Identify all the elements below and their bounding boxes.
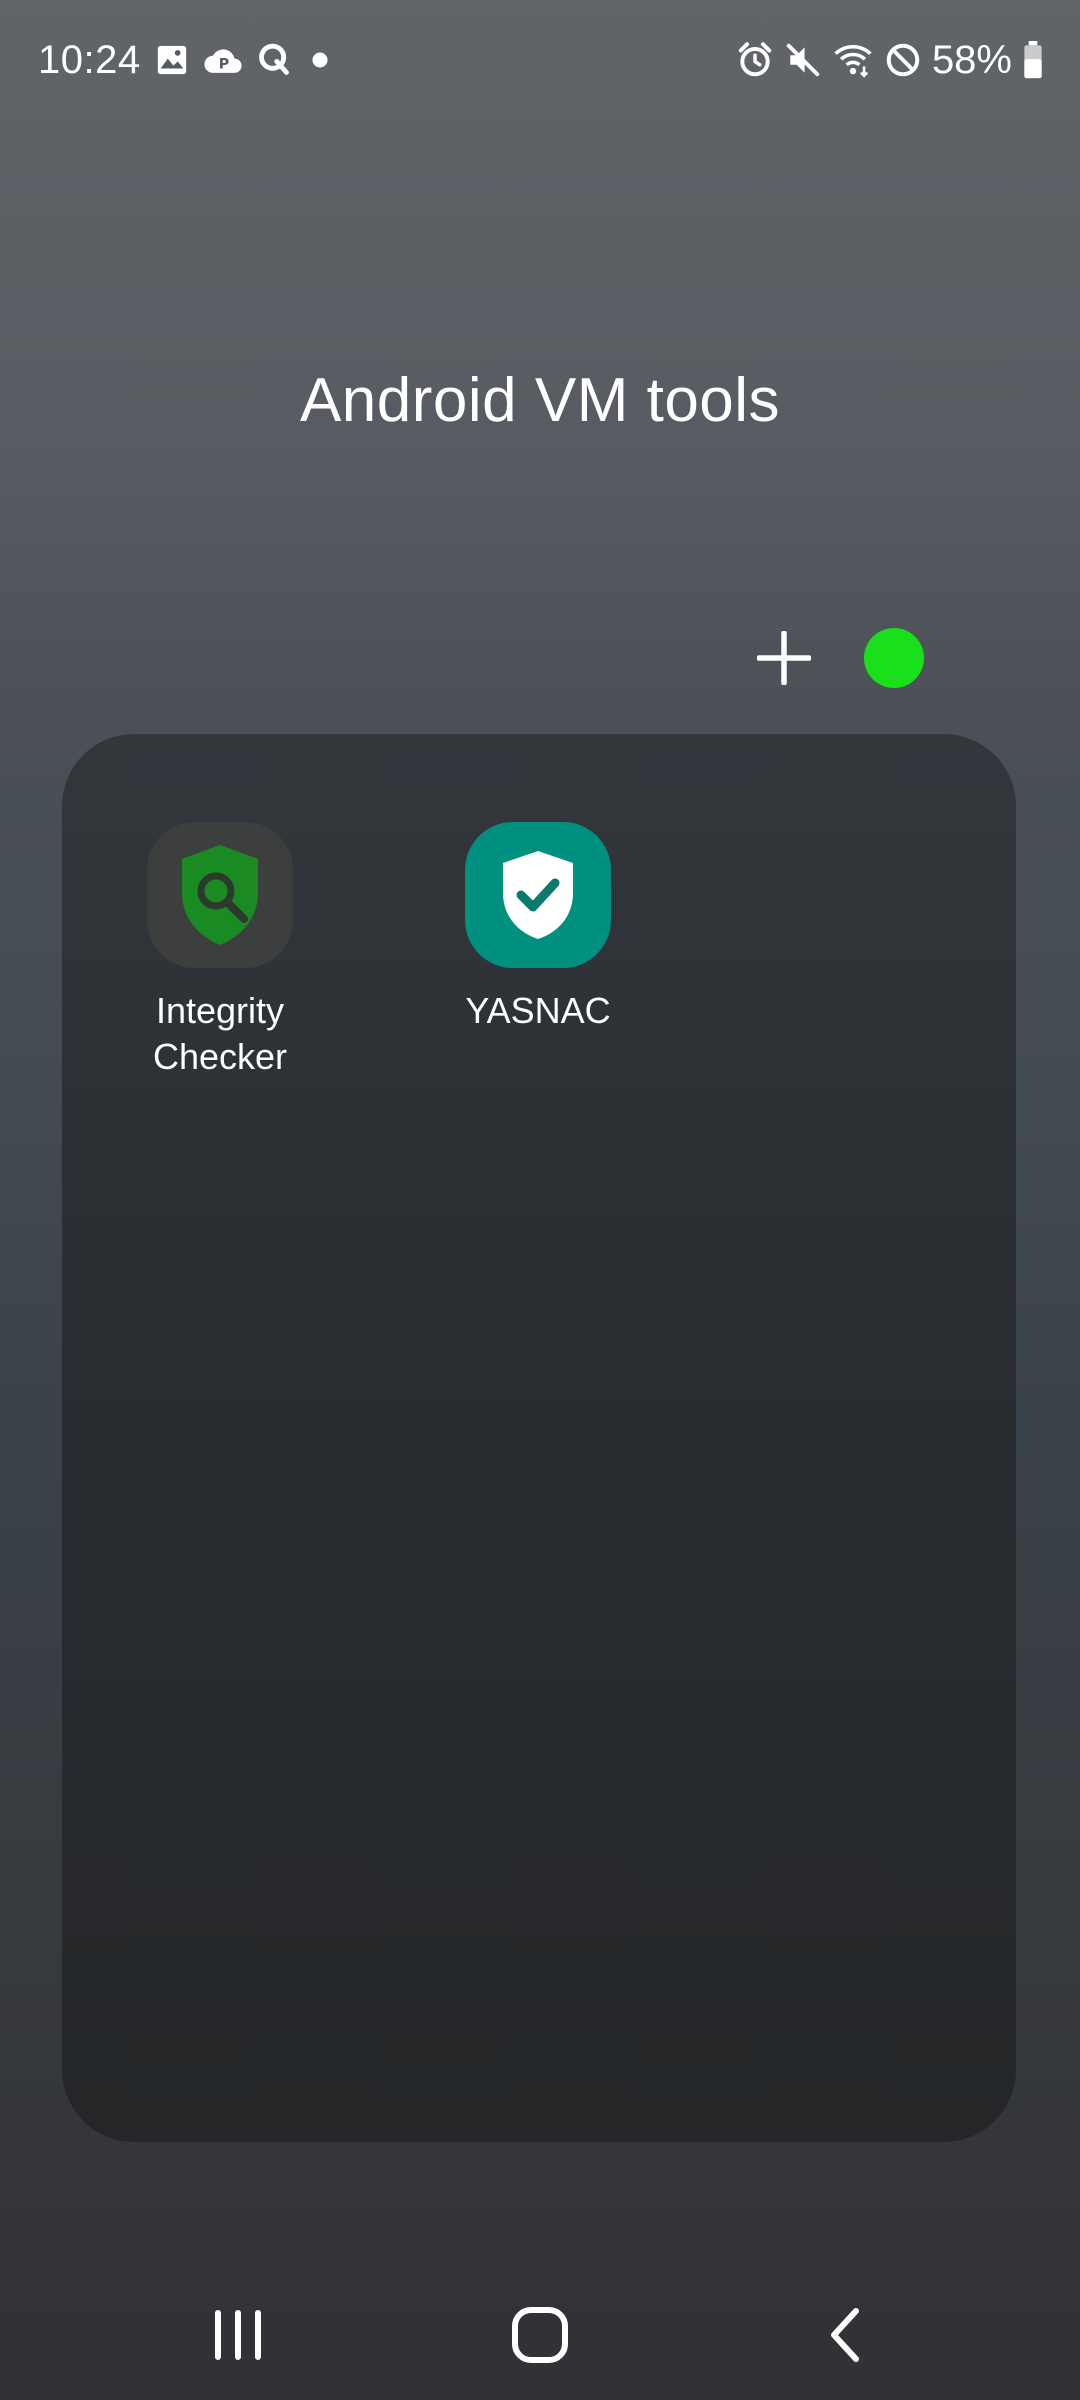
dot-icon <box>305 45 335 75</box>
do-not-disturb-icon <box>884 41 922 79</box>
recent-apps-icon <box>215 2310 261 2360</box>
app-label: YASNAC <box>465 990 611 1031</box>
alarm-icon <box>736 41 774 79</box>
wifi-icon <box>832 41 874 79</box>
svg-text:P: P <box>218 57 228 73</box>
folder-color-button[interactable] <box>864 628 924 688</box>
back-icon <box>831 2308 859 2362</box>
navigation-bar <box>0 2270 1080 2390</box>
battery-icon <box>1022 41 1044 79</box>
clock: 10:24 <box>38 37 141 82</box>
app-label: Integrity Checker <box>152 990 288 1077</box>
home-button[interactable] <box>490 2290 590 2380</box>
plus-icon <box>757 631 811 685</box>
yasnac-app-icon <box>465 822 611 968</box>
q-app-icon <box>257 42 291 78</box>
status-bar: 10:24 P 58% <box>0 0 1080 120</box>
status-left: 10:24 P <box>38 32 335 88</box>
add-apps-button[interactable] <box>752 626 816 690</box>
battery-percent: 58% <box>931 37 1012 82</box>
folder-panel: Integrity Checker YASNAC <box>62 734 1016 2142</box>
app-integrity-checker[interactable]: Integrity Checker <box>110 822 330 1080</box>
app-yasnac[interactable]: YASNAC <box>428 822 648 1034</box>
status-right: 58% <box>736 32 1044 88</box>
shield-search-icon <box>182 845 258 945</box>
integrity-checker-app-icon <box>147 822 293 968</box>
recent-apps-button[interactable] <box>188 2290 288 2380</box>
folder-title[interactable]: Android VM tools <box>0 365 1080 436</box>
home-icon <box>512 2307 568 2363</box>
gallery-icon <box>155 43 189 77</box>
shield-check-icon <box>503 851 573 939</box>
back-button[interactable] <box>794 2290 894 2380</box>
mute-icon <box>784 41 822 79</box>
cloud-p-icon: P <box>203 43 243 77</box>
